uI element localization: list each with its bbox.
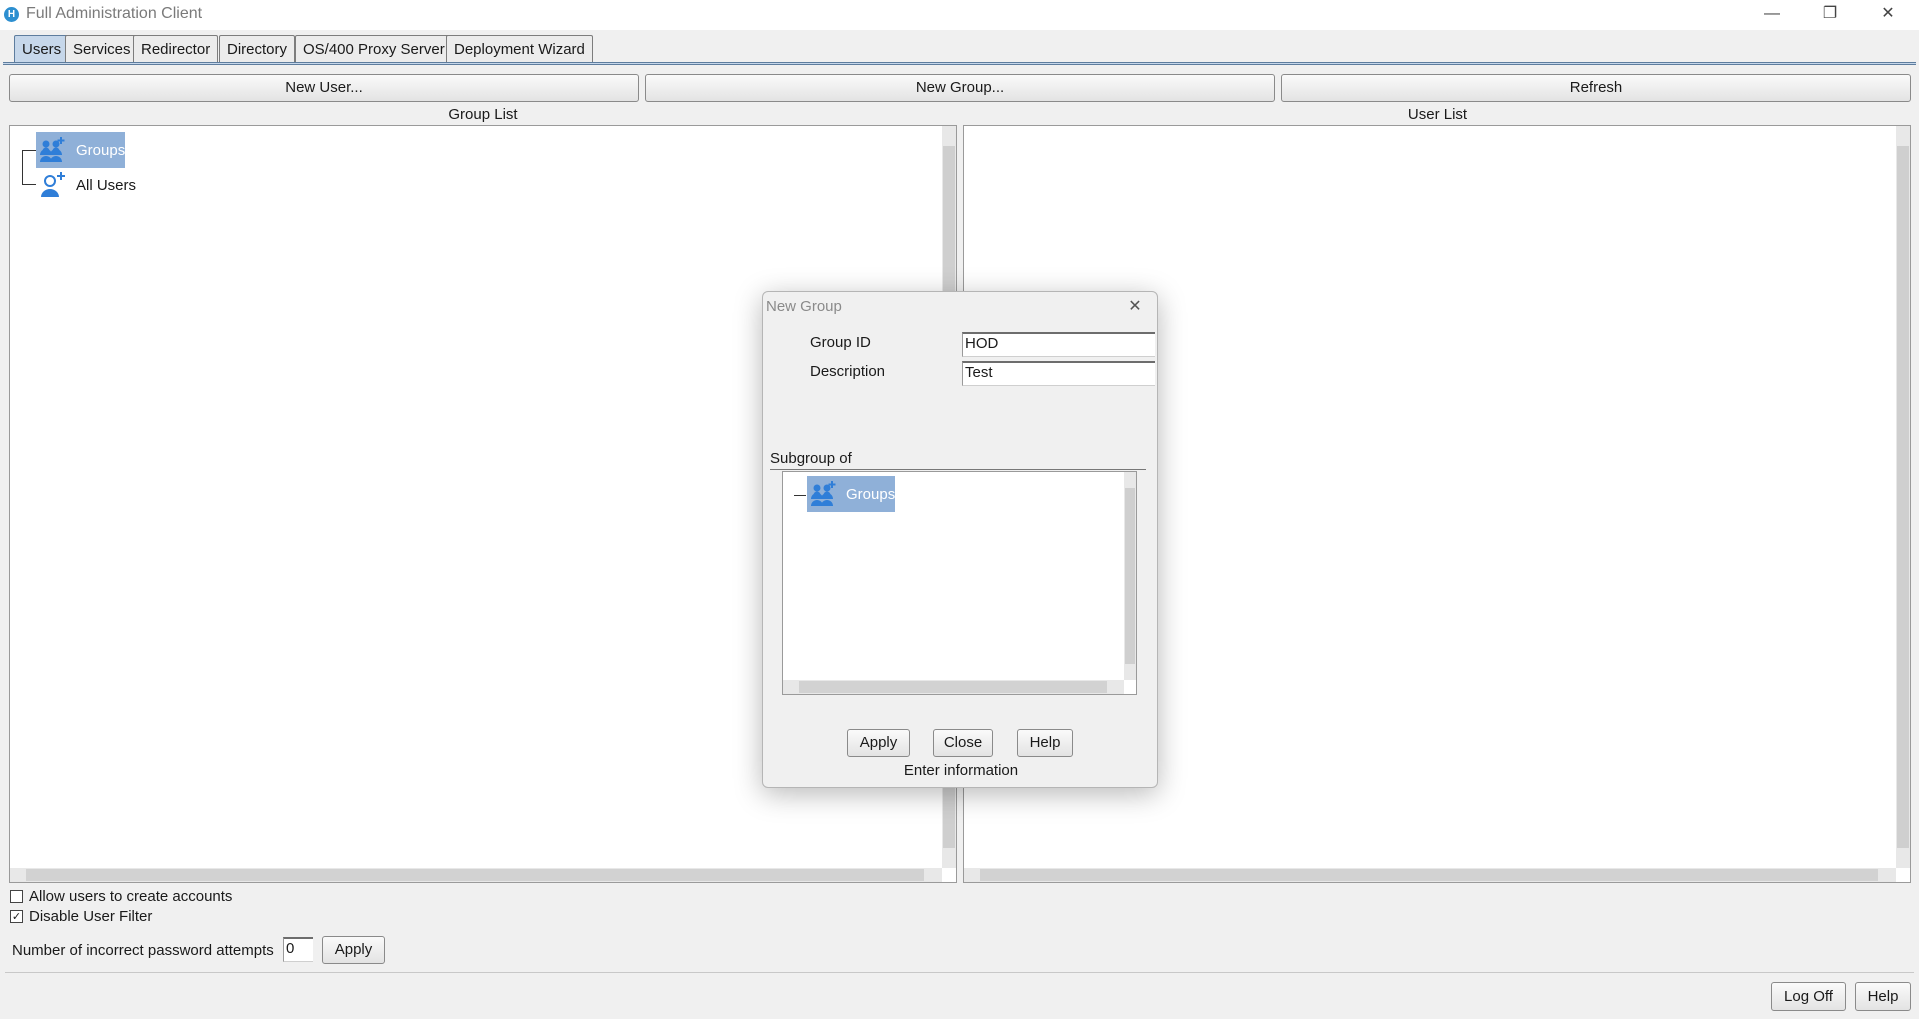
scrollbar-thumb[interactable] [26, 869, 924, 881]
group-list-horizontal-scrollbar[interactable] [10, 868, 942, 882]
refresh-button[interactable]: Refresh [1281, 74, 1911, 102]
tab-deployment-wizard[interactable]: Deployment Wizard [446, 35, 593, 63]
group-id-label: Group ID [810, 334, 871, 351]
tab-underline [3, 62, 1916, 65]
dialog-apply-button[interactable]: Apply [847, 729, 910, 757]
subgroup-tree[interactable]: Groups [782, 471, 1137, 695]
window-title: Full Administration Client [26, 5, 203, 22]
group-id-input[interactable]: HOD [962, 332, 1155, 357]
tree-line [22, 184, 36, 185]
tab-os400-proxy-server[interactable]: OS/400 Proxy Server [295, 35, 453, 63]
subgroup-node-groups[interactable]: Groups [807, 476, 895, 512]
password-attempts-label: Number of incorrect password attempts [12, 942, 274, 959]
tab-services[interactable]: Services [65, 35, 139, 63]
tree-node-label: Groups [76, 142, 126, 159]
allow-create-accounts-checkbox[interactable] [10, 890, 23, 903]
password-attempts-input[interactable]: 0 [283, 937, 313, 962]
scrollbar-thumb[interactable] [980, 869, 1878, 881]
scrollbar-thumb[interactable] [1125, 488, 1135, 664]
user-icon [41, 172, 65, 197]
tree-line [22, 150, 36, 151]
subgroup-horizontal-scrollbar[interactable] [783, 680, 1124, 694]
user-list-heading: User List [1407, 106, 1468, 123]
scrollbar-thumb[interactable] [1897, 146, 1909, 848]
minimize-button[interactable]: — [1743, 0, 1801, 30]
new-group-button[interactable]: New Group... [645, 74, 1275, 102]
tree-node-groups[interactable]: Groups [36, 132, 125, 168]
help-button[interactable]: Help [1855, 982, 1911, 1011]
user-list-horizontal-scrollbar[interactable] [964, 868, 1896, 882]
tree-node-label: Groups [846, 486, 896, 503]
tree-node-label: All Users [76, 177, 137, 194]
tab-redirector[interactable]: Redirector [133, 35, 219, 63]
tab-users[interactable]: Users [14, 35, 70, 63]
subgroup-label: Subgroup of [770, 450, 852, 467]
allow-create-accounts-label: Allow users to create accounts [29, 888, 233, 905]
disable-user-filter-label: Disable User Filter [29, 908, 153, 925]
tree-line [794, 495, 806, 496]
log-off-button[interactable]: Log Off [1771, 982, 1846, 1011]
disable-user-filter-checkbox[interactable]: ✓ [10, 910, 23, 923]
scrollbar-thumb[interactable] [799, 681, 1107, 693]
footer-divider [5, 972, 1914, 973]
dialog-close-button[interactable]: Close [933, 729, 993, 757]
new-group-dialog: New Group ✕ Group ID HOD Description Tes… [762, 291, 1158, 788]
tab-directory[interactable]: Directory [219, 35, 296, 63]
maximize-button[interactable]: ❐ [1801, 0, 1859, 30]
dialog-close-icon[interactable]: ✕ [1120, 293, 1150, 321]
close-window-button[interactable]: ✕ [1859, 0, 1917, 30]
app-icon: H [4, 7, 19, 22]
group-icon [811, 481, 836, 506]
title-bar: H Full Administration Client — ❐ ✕ [0, 0, 1919, 30]
dialog-help-button[interactable]: Help [1017, 729, 1073, 757]
dialog-title: New Group [766, 298, 842, 315]
group-icon [40, 137, 65, 162]
subgroup-separator [770, 469, 1146, 470]
dialog-status-text: Enter information [903, 762, 1019, 779]
description-input[interactable]: Test [962, 361, 1155, 386]
user-list-vertical-scrollbar[interactable] [1896, 126, 1910, 868]
subgroup-vertical-scrollbar[interactable] [1124, 472, 1136, 680]
description-label: Description [810, 363, 886, 380]
apply-attempts-button[interactable]: Apply [322, 936, 385, 964]
tree-line [22, 150, 23, 184]
group-list-heading: Group List [448, 106, 518, 123]
tree-node-all-users[interactable]: All Users [36, 168, 136, 200]
new-user-button[interactable]: New User... [9, 74, 639, 102]
